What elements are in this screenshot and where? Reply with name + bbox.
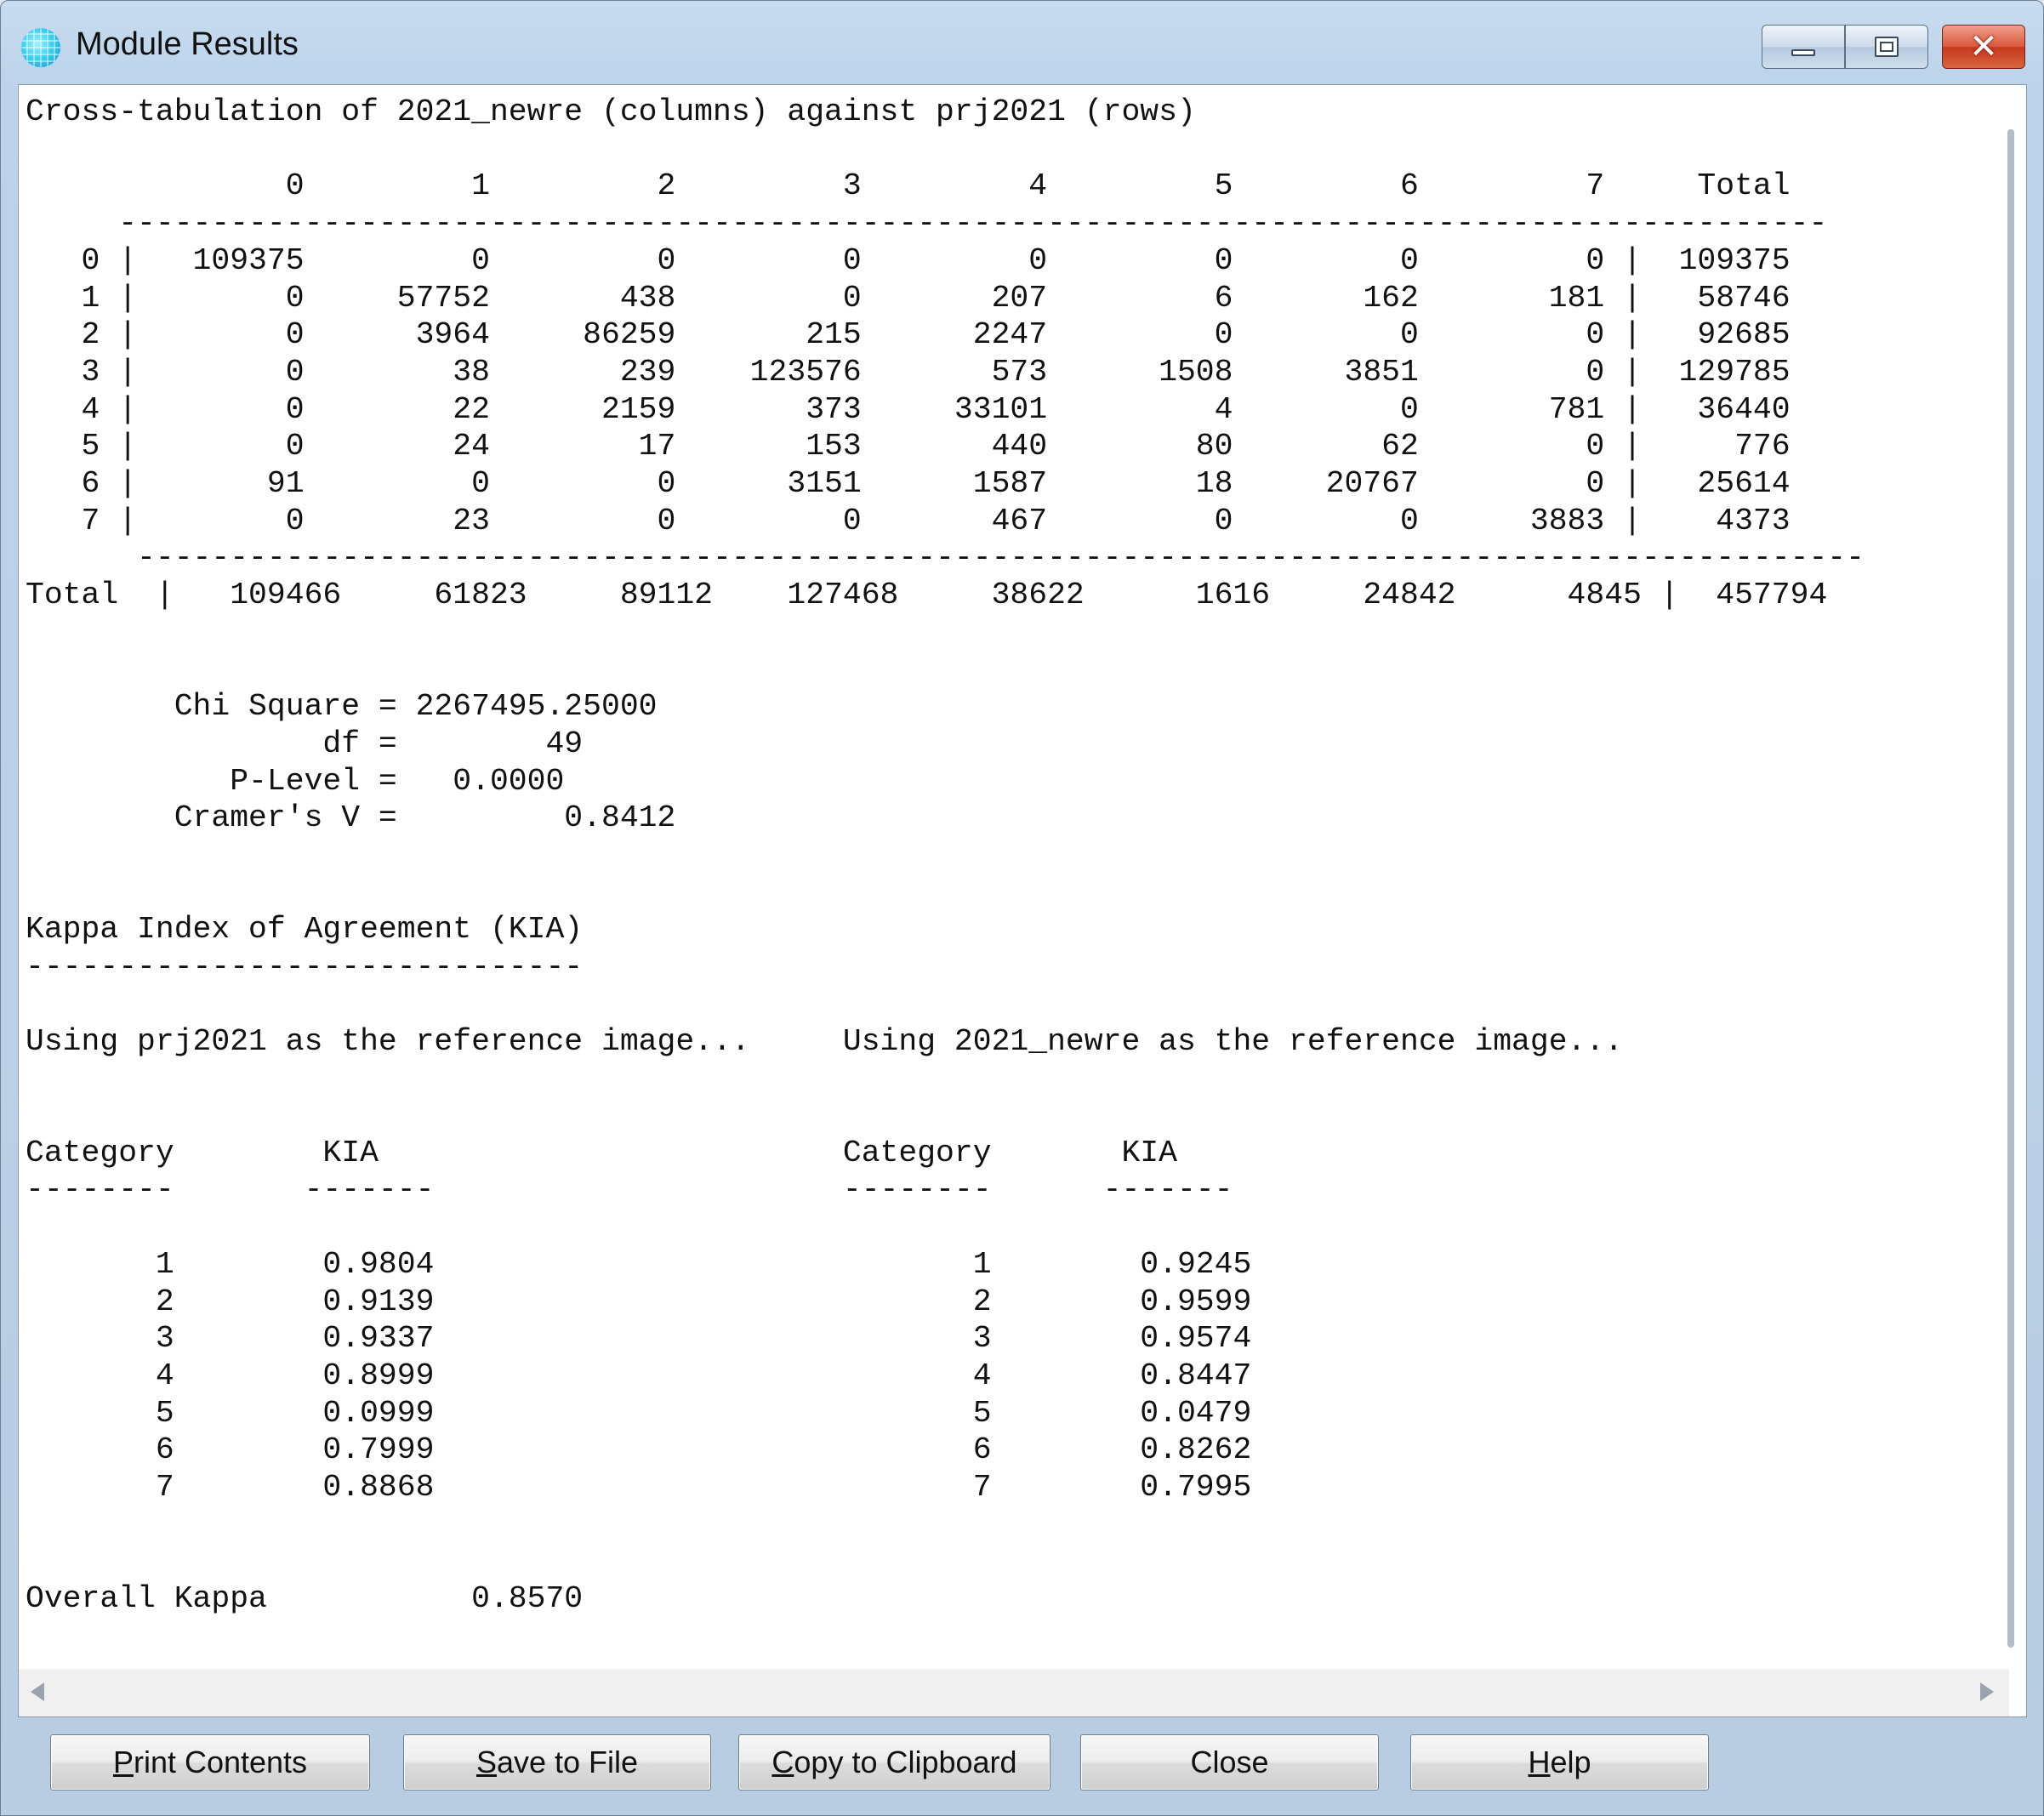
scroll-right-icon[interactable] (1980, 1682, 1994, 1701)
close-icon: ✕ (1969, 27, 1998, 66)
title-bar[interactable]: Module Results ✕ (1, 1, 2043, 84)
print-contents-accel: P (112, 1745, 134, 1779)
idrisi-globe-icon (21, 28, 60, 67)
minimize-button[interactable] (1762, 25, 1845, 69)
close-window-button[interactable]: ✕ (1942, 25, 2025, 69)
close-button[interactable]: Close (1080, 1734, 1379, 1790)
vertical-scrollbar-thumb[interactable] (2007, 129, 2014, 1648)
help-accel: H (1528, 1745, 1551, 1779)
scroll-left-icon[interactable] (31, 1682, 44, 1701)
save-to-file-accel: S (475, 1745, 497, 1779)
print-contents-label: rint Contents (133, 1745, 308, 1779)
maximize-icon (1875, 37, 1899, 57)
window-title: Module Results (76, 26, 299, 62)
module-results-window: Module Results ✕ Cross-tabulation of 202… (0, 0, 2044, 1816)
save-to-file-button[interactable]: Save to File (403, 1734, 711, 1790)
copy-to-clipboard-accel: C (771, 1745, 794, 1779)
save-to-file-label: ave to File (496, 1745, 639, 1779)
copy-to-clipboard-label: opy to Clipboard (794, 1745, 1017, 1779)
results-text-area[interactable]: Cross-tabulation of 2021_newre (columns)… (18, 84, 2027, 1717)
close-label: Close (1190, 1745, 1269, 1779)
help-label: elp (1550, 1745, 1591, 1779)
help-button[interactable]: Help (1410, 1734, 1709, 1790)
maximize-button[interactable] (1845, 25, 1928, 69)
minimize-icon (1791, 49, 1815, 56)
print-contents-button[interactable]: Print Contents (50, 1734, 370, 1790)
copy-to-clipboard-button[interactable]: Copy to Clipboard (738, 1734, 1050, 1790)
horizontal-scrollbar[interactable] (19, 1669, 2009, 1716)
report-text: Cross-tabulation of 2021_newre (columns)… (26, 94, 1865, 1617)
vertical-scrollbar[interactable] (2007, 129, 2014, 1648)
